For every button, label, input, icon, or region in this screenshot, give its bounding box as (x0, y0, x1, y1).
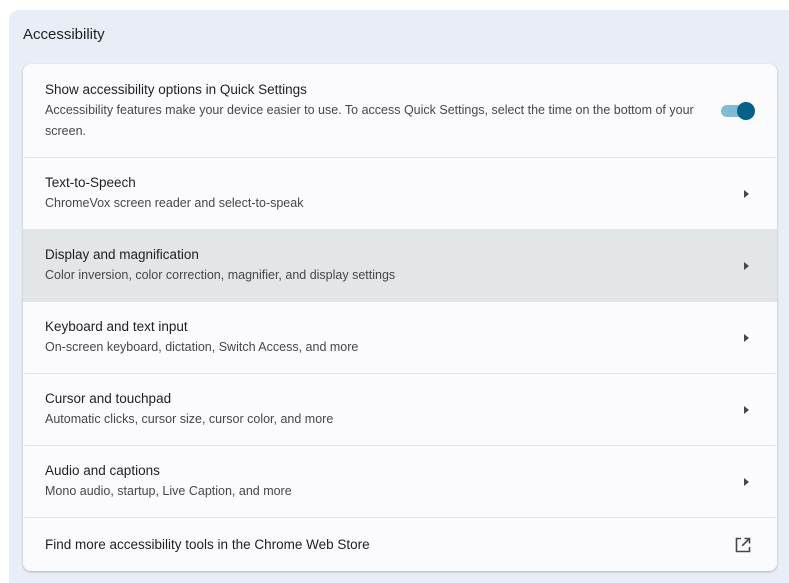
audio-and-captions-description: Mono audio, startup, Live Caption, and m… (45, 484, 292, 498)
chevron-right-icon (744, 261, 749, 270)
quick-settings-toggle[interactable] (721, 102, 755, 120)
quick-settings-row[interactable]: Show accessibility options in Quick Sett… (23, 64, 777, 158)
text-to-speech-text: Text-to-Speech ChromeVox screen reader a… (45, 173, 744, 214)
accessibility-page: Accessibility Show accessibility options… (9, 10, 789, 583)
text-to-speech-description: ChromeVox screen reader and select-to-sp… (45, 196, 304, 210)
display-and-magnification-text: Display and magnification Color inversio… (45, 245, 744, 286)
keyboard-and-text-input-description: On-screen keyboard, dictation, Switch Ac… (45, 340, 359, 354)
chrome-web-store-title: Find more accessibility tools in the Chr… (45, 537, 370, 552)
toggle-knob (737, 102, 755, 120)
quick-settings-description: Accessibility features make your device … (45, 103, 694, 138)
text-to-speech-row[interactable]: Text-to-Speech ChromeVox screen reader a… (23, 158, 777, 230)
chrome-web-store-text: Find more accessibility tools in the Chr… (45, 535, 734, 554)
cursor-and-touchpad-text: Cursor and touchpad Automatic clicks, cu… (45, 389, 744, 430)
quick-settings-title: Show accessibility options in Quick Sett… (45, 82, 307, 97)
open-in-new-icon (735, 537, 751, 552)
cursor-and-touchpad-row[interactable]: Cursor and touchpad Automatic clicks, cu… (23, 374, 777, 446)
keyboard-and-text-input-row[interactable]: Keyboard and text input On-screen keyboa… (23, 302, 777, 374)
chrome-web-store-link-row[interactable]: Find more accessibility tools in the Chr… (23, 518, 777, 571)
chevron-right-icon (744, 477, 749, 486)
audio-and-captions-title: Audio and captions (45, 463, 160, 478)
chevron-right-icon (744, 333, 749, 342)
display-and-magnification-title: Display and magnification (45, 247, 199, 262)
text-to-speech-title: Text-to-Speech (45, 175, 136, 190)
chevron-right-icon (744, 405, 749, 414)
cursor-and-touchpad-description: Automatic clicks, cursor size, cursor co… (45, 412, 334, 426)
display-and-magnification-row[interactable]: Display and magnification Color inversio… (23, 230, 777, 302)
cursor-and-touchpad-title: Cursor and touchpad (45, 391, 172, 406)
section-title: Accessibility (23, 26, 105, 43)
audio-and-captions-row[interactable]: Audio and captions Mono audio, startup, … (23, 446, 777, 518)
audio-and-captions-text: Audio and captions Mono audio, startup, … (45, 461, 744, 502)
accessibility-settings-card: Show accessibility options in Quick Sett… (23, 64, 777, 571)
chevron-right-icon (744, 189, 749, 198)
quick-settings-text: Show accessibility options in Quick Sett… (45, 80, 755, 142)
keyboard-and-text-input-text: Keyboard and text input On-screen keyboa… (45, 317, 744, 358)
display-and-magnification-description: Color inversion, color correction, magni… (45, 268, 396, 282)
keyboard-and-text-input-title: Keyboard and text input (45, 319, 188, 334)
